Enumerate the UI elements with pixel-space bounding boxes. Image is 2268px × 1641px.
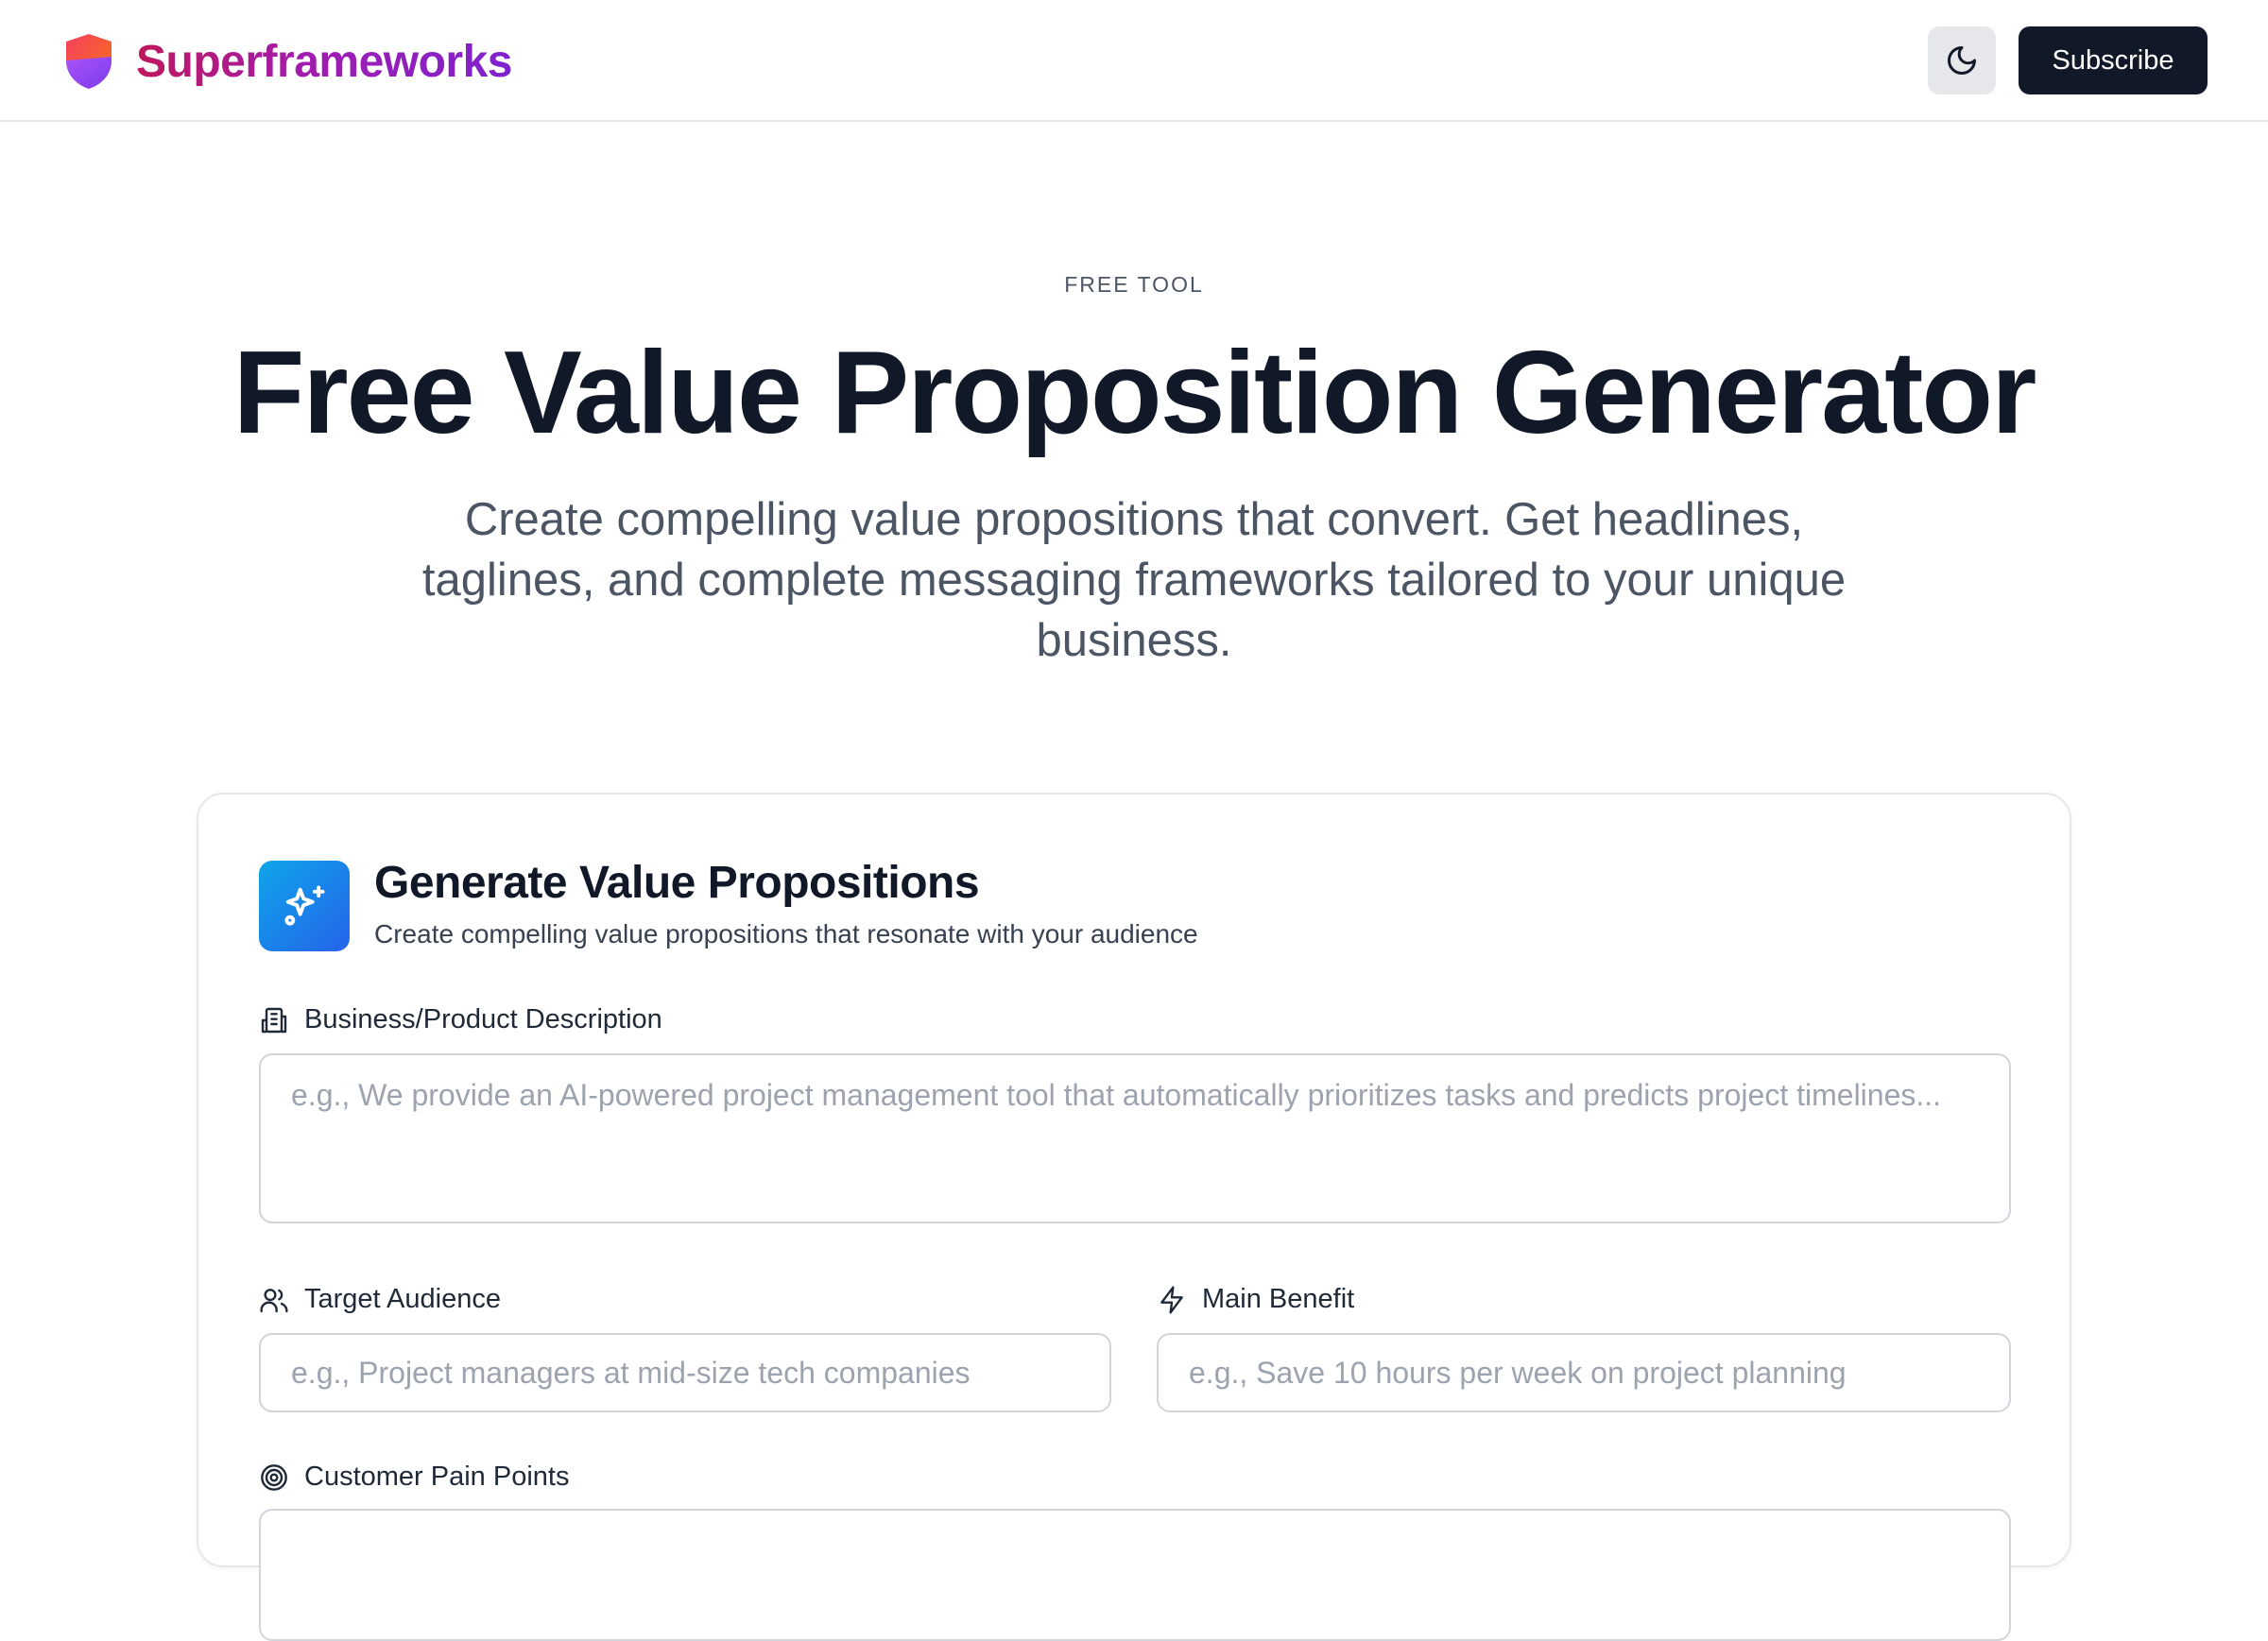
theme-toggle-button[interactable] bbox=[1928, 26, 1996, 94]
main-benefit-label-text: Main Benefit bbox=[1202, 1284, 1355, 1314]
business-description-input[interactable]: e.g., We provide an AI-powered project m… bbox=[259, 1053, 2011, 1223]
pain-points-label-text: Customer Pain Points bbox=[304, 1462, 570, 1492]
main-benefit-input[interactable]: e.g., Save 10 hours per week on project … bbox=[1157, 1333, 2011, 1412]
business-description-placeholder: e.g., We provide an AI-powered project m… bbox=[291, 1078, 1942, 1112]
brand-link[interactable]: Superframeworks bbox=[62, 32, 513, 91]
card-title: Generate Value Propositions bbox=[374, 858, 980, 908]
zap-icon bbox=[1160, 1285, 1183, 1314]
card-description: Create compelling value propositions tha… bbox=[374, 919, 1198, 949]
hero-subtitle: Create compelling value propositions tha… bbox=[421, 494, 1847, 666]
business-description-label: Business/Product Description bbox=[259, 1004, 662, 1035]
brand-name: Superframeworks bbox=[136, 36, 513, 87]
pain-points-input[interactable] bbox=[259, 1509, 2011, 1641]
shield-logo-icon bbox=[66, 34, 112, 89]
subscribe-button[interactable]: Subscribe bbox=[2019, 26, 2208, 94]
card-icon-tile bbox=[259, 861, 350, 951]
sparkles-icon bbox=[284, 885, 325, 926]
target-icon bbox=[261, 1463, 287, 1491]
target-audience-input[interactable]: e.g., Project managers at mid-size tech … bbox=[259, 1333, 1111, 1412]
business-description-label-text: Business/Product Description bbox=[304, 1004, 662, 1034]
hero-eyebrow: FREE TOOL bbox=[1064, 272, 1204, 297]
target-audience-label: Target Audience bbox=[259, 1284, 501, 1315]
main-benefit-label: Main Benefit bbox=[1157, 1284, 1354, 1315]
pain-points-label: Customer Pain Points bbox=[259, 1462, 569, 1493]
users-icon bbox=[260, 1288, 288, 1312]
target-audience-placeholder: e.g., Project managers at mid-size tech … bbox=[291, 1355, 971, 1390]
main-benefit-placeholder: e.g., Save 10 hours per week on project … bbox=[1189, 1355, 1847, 1390]
site-header: Superframeworks Subscribe bbox=[0, 0, 2268, 122]
moon-icon bbox=[1948, 46, 1976, 75]
page-title: Free Value Proposition Generator bbox=[232, 328, 2037, 458]
generator-card: Generate Value Propositions Create compe… bbox=[197, 793, 2071, 1641]
building-icon bbox=[261, 1007, 287, 1033]
target-audience-label-text: Target Audience bbox=[304, 1284, 501, 1314]
